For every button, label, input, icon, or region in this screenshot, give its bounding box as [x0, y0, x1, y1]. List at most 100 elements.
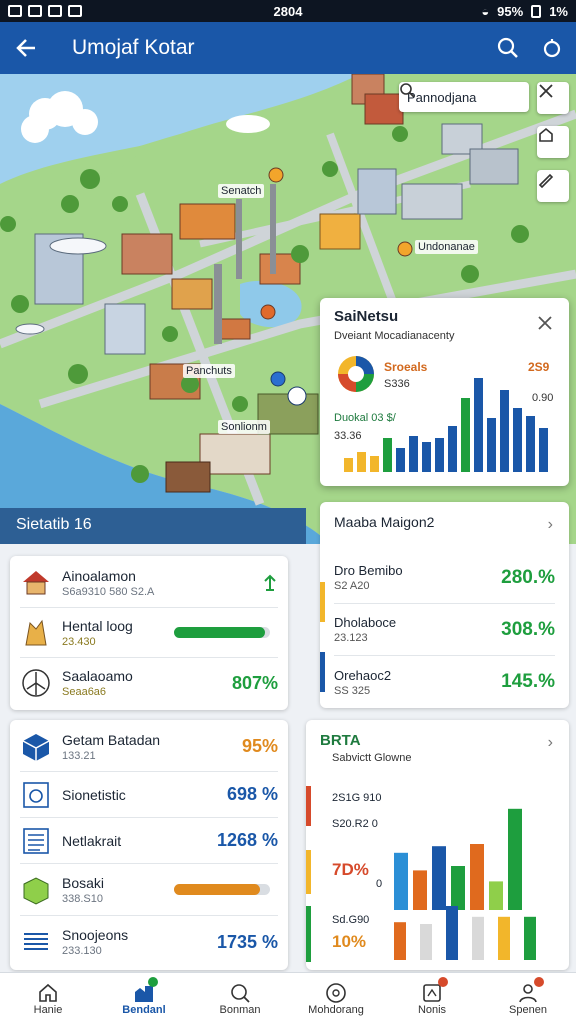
item-value: 807% — [231, 672, 278, 693]
battery-icon — [531, 4, 542, 18]
chevron-right-icon[interactable]: › — [548, 734, 553, 752]
chart-bar — [370, 456, 379, 472]
map-search-input[interactable]: Pannodjana — [399, 82, 529, 112]
item-sub: Seaa6a6 — [62, 686, 107, 698]
map-label: Senatch — [218, 184, 265, 198]
zero-tick: 0 — [376, 878, 383, 890]
stat-name: Orehaoc2 — [334, 667, 392, 683]
card-title: BRTA — [320, 732, 361, 749]
item-name: Saalaoamo — [62, 668, 133, 684]
chart-bar — [451, 866, 465, 910]
chart-bar — [526, 416, 535, 472]
nav-tab-profile[interactable]: Spenen — [480, 973, 576, 1024]
nav-tab-search[interactable]: Bonman — [192, 973, 288, 1024]
status-bar: 2804 ◒ 95% 1% — [0, 0, 576, 22]
list-item[interactable]: Snoojeons 233.130 1735 % — [20, 916, 278, 968]
stat-name: Dro Bemibo — [334, 563, 403, 578]
item-sub: 233.130 — [62, 945, 102, 957]
stat-row[interactable]: Orehaoc2 SS 325 145.% — [334, 656, 555, 708]
map-label: Panchuts — [183, 364, 235, 378]
list-icon — [24, 933, 48, 950]
windmill-icon — [22, 669, 50, 697]
nav-tab-notifications[interactable]: Nonis — [384, 973, 480, 1024]
item-value: 1735 % — [216, 931, 278, 952]
progress-bar — [174, 884, 270, 895]
list-item[interactable]: Getam Batadan 133.21 95% — [20, 722, 278, 772]
stat-name: Dholaboce — [334, 615, 397, 630]
close-icon[interactable] — [536, 314, 554, 332]
stat-sub: S2 A20 — [334, 580, 370, 592]
pen-icon[interactable] — [537, 170, 569, 202]
compass-icon — [326, 982, 346, 1003]
page-title: Umojaf Kotar — [72, 36, 195, 59]
bar-chart — [394, 808, 536, 960]
app-bar: Umojaf Kotar — [0, 22, 576, 74]
accent-edge — [306, 906, 311, 962]
region-stats-card[interactable]: Maaba Maigon2 › Dro Bemibo S2 A20 280.% D… — [320, 502, 569, 708]
chart-bar — [487, 418, 496, 472]
up-arrow-icon[interactable] — [262, 574, 278, 592]
map-search-text: Pannodjana — [407, 89, 477, 105]
stat-sub: SS 325 — [334, 684, 371, 697]
app-notification-icon — [8, 5, 22, 17]
popup-bar-chart — [344, 378, 548, 472]
list-item[interactable]: Hental loog 23.430 — [20, 608, 278, 658]
stat-row[interactable]: Dro Bemibo S2 A20 280.% — [334, 552, 555, 604]
back-arrow-icon[interactable] — [0, 22, 52, 74]
item-value: 698 % — [226, 784, 278, 804]
chart-bar — [498, 916, 510, 960]
nav-tab-home[interactable]: Hanie — [0, 973, 96, 1024]
app-notification-icon — [28, 5, 42, 17]
chart-bar — [461, 398, 470, 472]
item-name: Ainoalamon — [62, 567, 136, 584]
stat-row[interactable]: Dholaboce 23.123 308.% — [334, 604, 555, 656]
item-name: Getam Batadan — [62, 731, 161, 748]
card-title: Maaba Maigon2 — [334, 514, 435, 530]
location-icon[interactable] — [534, 30, 570, 66]
popup-subtitle: Dveiant Mocadianacenty — [334, 330, 455, 342]
chart-bar — [470, 844, 484, 910]
chart-bar — [446, 906, 458, 960]
nav-tab-city[interactable]: Bendanl — [96, 973, 192, 1024]
chart-bar — [383, 438, 392, 472]
location-popup[interactable]: SaiNetsu Dveiant Mocadianacenty Sroeals … — [320, 298, 569, 486]
nav-label: Bendanl — [122, 1003, 166, 1016]
chart-bar — [357, 452, 366, 472]
chart-label: 7D% — [332, 860, 369, 879]
list-item[interactable]: Saalaoamo Seaa6a6 807% — [20, 658, 278, 708]
metrics-card: Getam Batadan 133.21 95% Sionetistic 698 … — [10, 720, 288, 970]
list-item[interactable]: Bosaki 338.S10 — [20, 864, 278, 916]
stat-value: 280.% — [501, 566, 555, 588]
accent-edge — [306, 850, 311, 894]
cube-icon — [22, 733, 50, 761]
chart-bar — [472, 916, 484, 960]
notification-badge — [534, 977, 544, 987]
chart-bar — [474, 378, 483, 472]
search-icon[interactable] — [490, 30, 526, 66]
stat-value: 308.% — [501, 618, 555, 640]
accent-edge — [320, 582, 325, 622]
map-label: Undonanae — [415, 240, 478, 254]
chart-card[interactable]: BRTA Sabvictt Glowne › 2S1G 910 S20.R2 0… — [306, 720, 569, 970]
notification-icons — [8, 5, 82, 17]
nav-label: Hanie — [33, 1003, 63, 1016]
wifi-icon: ◒ — [481, 3, 490, 19]
item-name: Sionetistic — [62, 786, 126, 803]
item-sub: 23.430 — [62, 635, 96, 648]
app-notification-icon — [48, 5, 62, 17]
nav-label: Nonis — [417, 1003, 447, 1016]
chevron-right-icon[interactable]: › — [548, 516, 553, 534]
nav-tab-explore[interactable]: Mohdorang — [288, 973, 384, 1024]
chart-bar — [413, 870, 427, 910]
item-name: Hental loog — [62, 617, 133, 634]
item-name: Snoojeons — [62, 927, 129, 943]
list-item[interactable]: Sionetistic 698 % — [20, 772, 278, 818]
home-shield-icon[interactable] — [537, 126, 569, 158]
app-notification-icon — [68, 5, 82, 17]
list-item[interactable]: Netlakrait 1268 % — [20, 818, 278, 864]
chart-label: 2S1G 910 — [332, 792, 382, 804]
chart-bar — [432, 846, 446, 910]
chart-bar — [508, 808, 522, 910]
close-crossed-icon[interactable] — [537, 82, 569, 114]
list-item[interactable]: Ainoalamon S6a9310 580 S2.A — [20, 558, 278, 608]
